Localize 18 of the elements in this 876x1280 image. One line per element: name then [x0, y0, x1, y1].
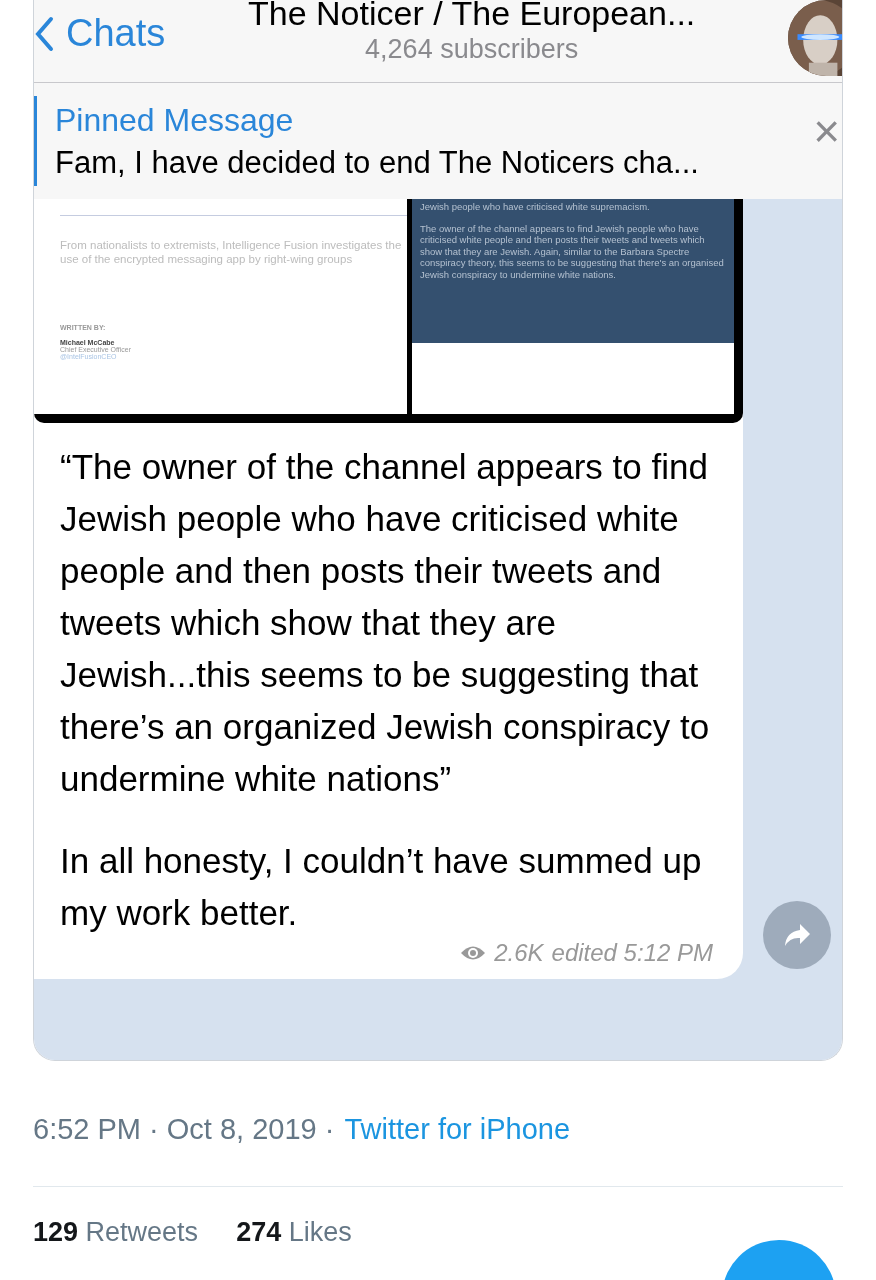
forward-arrow-icon	[782, 922, 812, 948]
edited-time: edited 5:12 PM	[551, 939, 713, 967]
stat-link[interactable]: 274 Likes	[236, 1217, 352, 1248]
panel-text: The owner of the channel appears to find Jewish people who have criticised white people and then posts their tweets and tweets which show that they are Jewish. Again, similar to the Barbara Spectre conspiracy theory, this seems to be suggesting that there's an organised Jewish conspiracy to undermine white nations.	[420, 222, 725, 280]
message-text: In all honesty, I couldn’t have summed up my work better.	[60, 840, 703, 934]
back-button[interactable]: Chats	[34, 0, 166, 55]
stat-link[interactable]: 129 Retweets	[33, 1217, 199, 1248]
article-summary: From nationalists to extremists, Intelligence Fusion investigates the use of the encrypted messaging app by right-wing groups	[60, 238, 403, 266]
channel-title: The Noticer / The European...	[247, 0, 697, 30]
view-count: 2.6K	[494, 939, 544, 967]
chevron-icon	[34, 15, 54, 52]
eye-icon	[460, 944, 487, 962]
pinned-message[interactable]: Fam, I have decided to end The Noticers cha...	[55, 144, 814, 181]
tweet-timestamp: 6:52 PM · Oct 8, 2019 ·	[33, 1113, 335, 1146]
subscriber-count: 4,264 subscribers	[364, 34, 580, 65]
panel-text: Jewish people who have criticised white supremacism.	[420, 201, 651, 213]
message-text: “The owner of the channel appears to find Jewish people who have criticised white people and then posts their tweets and tweets which show that they are Jewish...this seems to be suggesting that there’s an organized Jewish conspiracy to undermine white nations”	[60, 446, 711, 800]
pinned-label: Pinned Message	[55, 101, 295, 139]
